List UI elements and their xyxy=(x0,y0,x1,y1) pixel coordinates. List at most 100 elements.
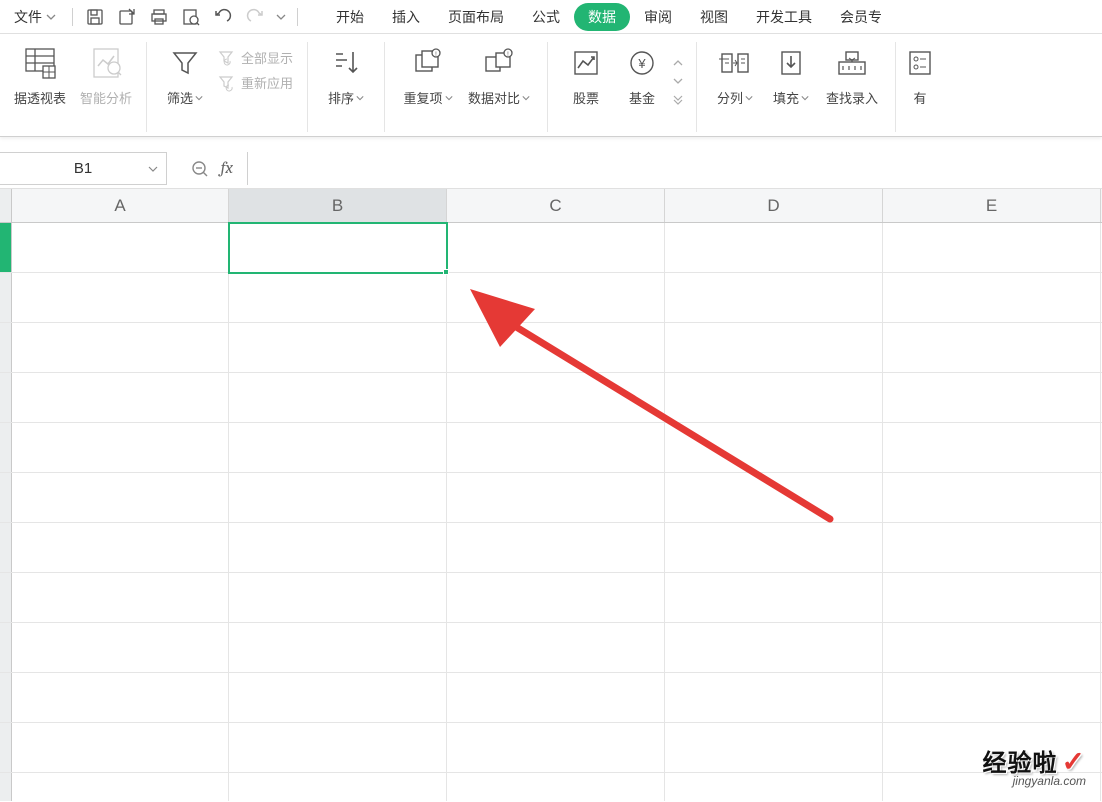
row-header[interactable] xyxy=(0,573,12,622)
row-header[interactable] xyxy=(0,773,12,801)
cell[interactable] xyxy=(883,373,1101,422)
cell[interactable] xyxy=(883,223,1101,272)
cell[interactable] xyxy=(665,423,883,472)
formula-input[interactable] xyxy=(247,152,1102,185)
cell[interactable] xyxy=(665,623,883,672)
cell[interactable] xyxy=(229,223,447,272)
cell[interactable] xyxy=(883,673,1101,722)
name-box[interactable]: B1 xyxy=(0,152,167,185)
cell[interactable] xyxy=(883,623,1101,672)
cell[interactable] xyxy=(447,273,665,322)
funds-button[interactable]: ¥ 基金 xyxy=(614,42,670,107)
column-header-c[interactable]: C xyxy=(447,189,665,222)
cell[interactable] xyxy=(447,723,665,772)
cell[interactable] xyxy=(12,273,229,322)
tab-developer[interactable]: 开发工具 xyxy=(742,1,826,33)
cell[interactable] xyxy=(12,623,229,672)
cell[interactable] xyxy=(229,373,447,422)
row-header[interactable] xyxy=(0,673,12,722)
cell[interactable] xyxy=(447,573,665,622)
qat-more-button[interactable] xyxy=(271,2,291,32)
cell[interactable] xyxy=(883,523,1101,572)
cell[interactable] xyxy=(883,573,1101,622)
cell[interactable] xyxy=(12,323,229,372)
row-header[interactable] xyxy=(0,623,12,672)
cell[interactable] xyxy=(665,673,883,722)
export-button[interactable] xyxy=(111,2,143,32)
row-header[interactable] xyxy=(0,723,12,772)
cell[interactable] xyxy=(12,723,229,772)
tab-member[interactable]: 会员专 xyxy=(826,1,896,33)
cell[interactable] xyxy=(229,773,447,801)
cell[interactable] xyxy=(883,323,1101,372)
duplicates-button[interactable]: ! 重复项 xyxy=(395,42,461,107)
cell[interactable] xyxy=(665,273,883,322)
cell[interactable] xyxy=(883,473,1101,522)
row-header[interactable] xyxy=(0,423,12,472)
cell[interactable] xyxy=(447,323,665,372)
cell[interactable] xyxy=(12,223,229,272)
cell[interactable] xyxy=(447,423,665,472)
row-header[interactable] xyxy=(0,473,12,522)
cell[interactable] xyxy=(665,473,883,522)
fill-button[interactable]: 填充 xyxy=(763,42,819,107)
select-all-corner[interactable] xyxy=(0,189,12,222)
tab-page-layout[interactable]: 页面布局 xyxy=(434,1,518,33)
print-preview-button[interactable] xyxy=(175,2,207,32)
column-header-d[interactable]: D xyxy=(665,189,883,222)
cell[interactable] xyxy=(883,273,1101,322)
fx-label[interactable]: fx xyxy=(221,159,233,178)
cell[interactable] xyxy=(229,473,447,522)
sort-button[interactable]: 排序 xyxy=(318,42,374,107)
save-button[interactable] xyxy=(79,2,111,32)
row-header[interactable] xyxy=(0,323,12,372)
cell[interactable] xyxy=(12,423,229,472)
cell[interactable] xyxy=(665,223,883,272)
column-header-e[interactable]: E xyxy=(883,189,1101,222)
tab-insert[interactable]: 插入 xyxy=(378,1,434,33)
cell[interactable] xyxy=(883,423,1101,472)
cell[interactable] xyxy=(447,523,665,572)
print-button[interactable] xyxy=(143,2,175,32)
group-expand[interactable] xyxy=(670,42,686,106)
row-header[interactable] xyxy=(0,523,12,572)
reapply-button[interactable]: 重新应用 xyxy=(217,73,293,92)
cell[interactable] xyxy=(447,773,665,801)
zoom-out-icon[interactable] xyxy=(191,160,209,178)
tab-formulas[interactable]: 公式 xyxy=(518,1,574,33)
row-header[interactable] xyxy=(0,223,12,272)
tab-data[interactable]: 数据 xyxy=(574,3,630,31)
cell[interactable] xyxy=(229,423,447,472)
tab-review[interactable]: 审阅 xyxy=(630,1,686,33)
row-header[interactable] xyxy=(0,273,12,322)
smart-analysis-button[interactable]: 智能分析 xyxy=(76,42,136,107)
cell[interactable] xyxy=(229,523,447,572)
cell[interactable] xyxy=(229,723,447,772)
cell[interactable] xyxy=(665,573,883,622)
cell[interactable] xyxy=(665,373,883,422)
cell[interactable] xyxy=(12,573,229,622)
cell[interactable] xyxy=(229,273,447,322)
tab-view[interactable]: 视图 xyxy=(686,1,742,33)
validation-button[interactable]: 有 xyxy=(906,42,934,107)
cell[interactable] xyxy=(229,623,447,672)
cell[interactable] xyxy=(12,523,229,572)
tab-start[interactable]: 开始 xyxy=(322,1,378,33)
cell[interactable] xyxy=(12,673,229,722)
file-menu[interactable]: 文件 xyxy=(6,3,64,31)
show-all-button[interactable]: 全部显示 xyxy=(217,48,293,67)
cell[interactable] xyxy=(665,723,883,772)
cell[interactable] xyxy=(447,673,665,722)
cell[interactable] xyxy=(665,523,883,572)
pivot-table-button[interactable]: 据透视表 xyxy=(4,42,76,107)
cell[interactable] xyxy=(12,373,229,422)
spreadsheet-grid[interactable]: A B C D E xyxy=(0,189,1102,801)
find-input-button[interactable]: 查找录入 xyxy=(819,42,885,107)
cell[interactable] xyxy=(665,773,883,801)
cell[interactable] xyxy=(447,223,665,272)
filter-button[interactable]: 筛选 xyxy=(157,42,213,107)
column-header-a[interactable]: A xyxy=(12,189,229,222)
text-to-columns-button[interactable]: 分列 xyxy=(707,42,763,107)
row-header[interactable] xyxy=(0,373,12,422)
cell[interactable] xyxy=(12,473,229,522)
